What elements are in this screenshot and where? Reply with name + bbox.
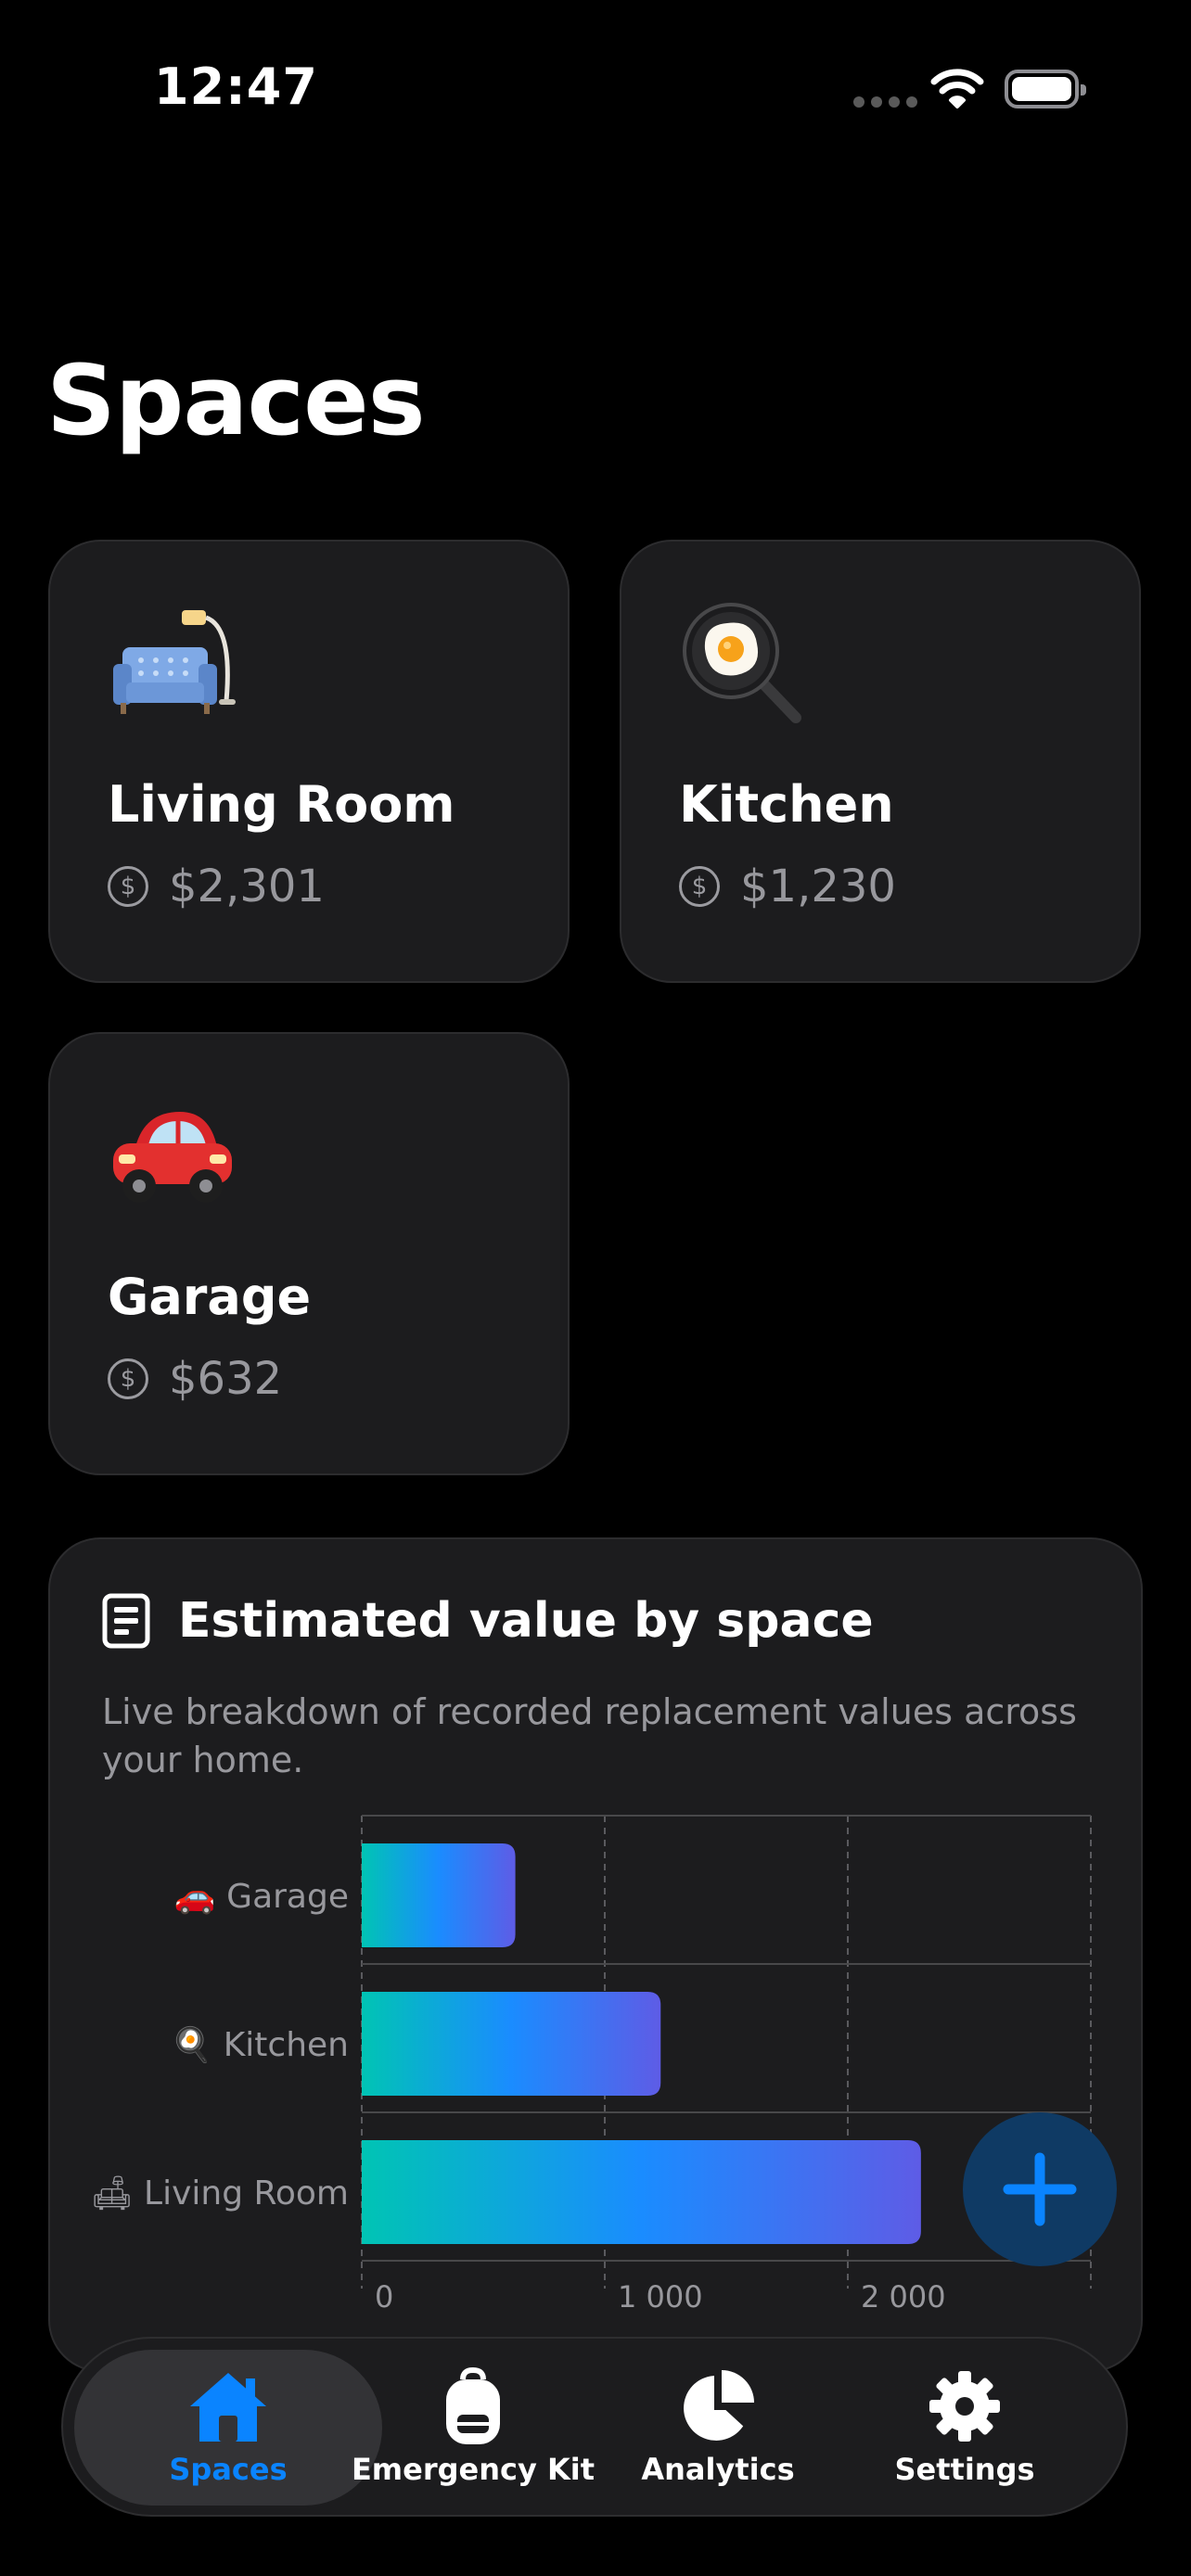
dollar-circle-icon: $	[108, 1358, 148, 1399]
tab-bar: Spaces Emergency Kit Analytics Settings	[61, 2337, 1128, 2517]
chart-x-tick-label: 2 000	[861, 2279, 946, 2315]
tab-label: Settings	[894, 2452, 1035, 2487]
chart-category-label: 🛋 Living Room	[91, 2174, 349, 2213]
tab-label: Emergency Kit	[351, 2452, 596, 2487]
space-card-kitchen[interactable]: Kitchen $ $1,230	[620, 540, 1141, 983]
space-card-living-room[interactable]: Living Room $ $2,301	[48, 540, 570, 983]
space-value: $1,230	[740, 861, 896, 912]
space-name: Kitchen	[679, 775, 894, 834]
value-chart-card: Estimated value by space Live breakdown …	[48, 1537, 1143, 2372]
chart-category-label: 🍳 Kitchen	[171, 2025, 349, 2064]
tab-label: Analytics	[641, 2452, 795, 2487]
pie-chart-icon	[684, 2370, 754, 2441]
chart-bar-garage	[362, 1843, 516, 1947]
chart-x-tick-label: 0	[375, 2279, 393, 2315]
space-value: $2,301	[169, 861, 325, 912]
tab-analytics[interactable]: Analytics	[596, 2339, 840, 2515]
backpack-icon	[446, 2366, 500, 2444]
space-name: Living Room	[108, 775, 455, 834]
space-value-row: $ $1,230	[679, 861, 896, 912]
house-icon	[190, 2373, 266, 2442]
tab-settings[interactable]: Settings	[842, 2339, 1087, 2515]
battery-icon	[1005, 70, 1086, 108]
chart-category-label: 🚗 Garage	[174, 1878, 349, 1916]
chart-x-tick-label: 1 000	[618, 2279, 703, 2315]
gear-icon	[929, 2371, 1000, 2442]
wifi-icon	[930, 69, 984, 108]
cellular-signal-icon	[853, 96, 917, 108]
status-bar: 12:47	[0, 0, 1191, 176]
plus-icon	[1003, 2152, 1077, 2226]
space-card-garage[interactable]: Garage $ $632	[48, 1032, 570, 1475]
frying-pan-egg-emoji	[683, 603, 801, 723]
space-value-row: $ $632	[108, 1353, 282, 1405]
space-value: $632	[169, 1353, 283, 1405]
tab-emergency-kit[interactable]: Emergency Kit	[351, 2339, 596, 2515]
space-value-row: $ $2,301	[108, 861, 325, 912]
tab-label: Spaces	[169, 2452, 288, 2487]
add-space-button[interactable]	[963, 2112, 1117, 2266]
dollar-circle-icon: $	[679, 866, 720, 907]
red-car-emoji	[113, 1112, 232, 1203]
tab-spaces[interactable]: Spaces	[106, 2339, 351, 2515]
space-name: Garage	[108, 1268, 312, 1326]
status-time: 12:47	[154, 57, 318, 116]
couch-and-lamp-emoji	[113, 610, 236, 714]
bar-chart: 🚗 Garage 🍳 Kitchen 🛋 Living Room 0 1 000 2 0…	[91, 1815, 1092, 2315]
page-title: Spaces	[46, 344, 426, 457]
chart-bar-living-room	[362, 2140, 921, 2244]
chart-bar-kitchen	[362, 1992, 661, 2096]
dollar-circle-icon: $	[108, 866, 148, 907]
